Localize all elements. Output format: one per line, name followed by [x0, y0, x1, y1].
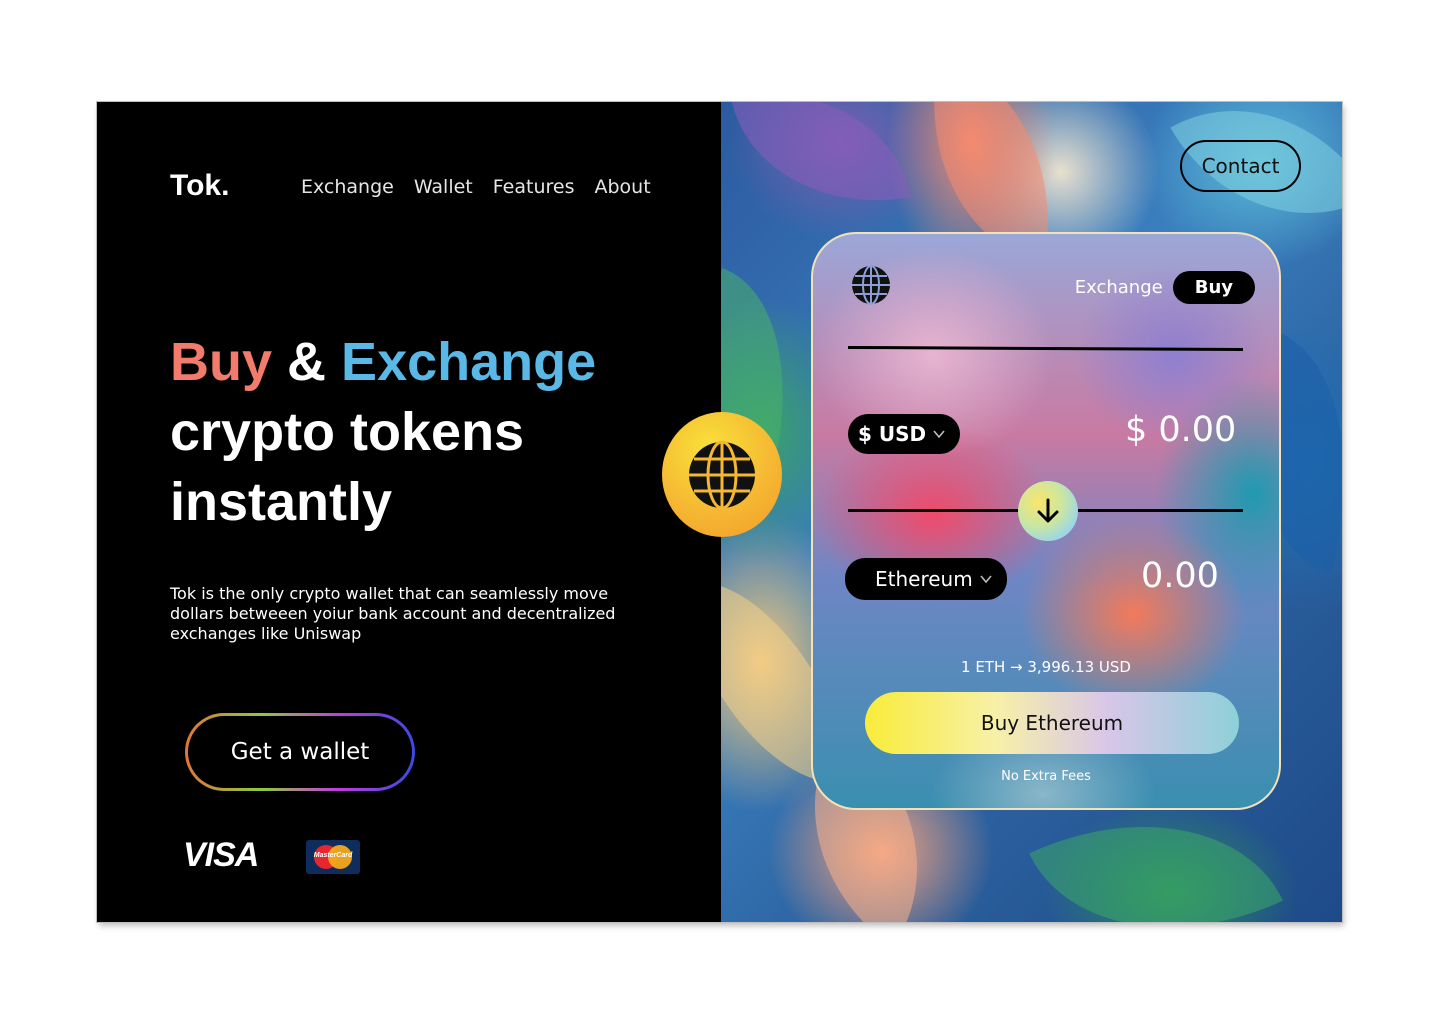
mastercard-label: MasterCard [313, 852, 353, 859]
exchange-rate: 1 ETH → 3,996.13 USD [961, 658, 1131, 676]
chevron-down-icon [933, 430, 945, 439]
hero-headline: Buy & Exchange crypto tokens instantly [170, 327, 596, 537]
logo[interactable]: Tok. [170, 169, 229, 203]
from-currency-label: $ USD [858, 422, 927, 446]
globe-icon [689, 440, 755, 509]
hero-description: Tok is the only crypto wallet that can s… [170, 584, 616, 643]
nav-about[interactable]: About [594, 176, 650, 198]
tab-buy[interactable]: Buy [1172, 271, 1255, 304]
left-panel: Tok. Exchange Wallet Features About Buy … [97, 102, 721, 922]
globe-icon [852, 265, 890, 305]
nav-features[interactable]: Features [493, 176, 575, 198]
from-amount[interactable]: $ 0.00 [1125, 410, 1236, 450]
get-wallet-button[interactable]: Get a wallet [185, 713, 415, 791]
tab-exchange[interactable]: Exchange [1075, 277, 1163, 298]
widget-tabs: Exchange Buy [1075, 271, 1255, 304]
hero-word-exchange: Exchange [341, 332, 597, 392]
to-amount[interactable]: 0.00 [1141, 556, 1219, 596]
to-currency-label: Ethereum [875, 567, 973, 591]
nav-wallet[interactable]: Wallet [414, 176, 473, 198]
nav-exchange[interactable]: Exchange [301, 176, 394, 198]
buy-ethereum-button[interactable]: Buy Ethereum [865, 692, 1239, 754]
globe-badge [662, 412, 782, 537]
chevron-down-icon [980, 575, 992, 584]
from-currency-select[interactable]: $ USD [848, 414, 960, 454]
swap-button[interactable] [1018, 481, 1078, 541]
page-frame: Tok. Exchange Wallet Features About Buy … [97, 102, 1342, 922]
hero-line-2: crypto tokens [170, 402, 525, 462]
contact-button[interactable]: Contact [1180, 140, 1301, 192]
to-currency-select[interactable]: Ethereum [845, 558, 1007, 600]
arrow-down-icon [1037, 498, 1059, 523]
exchange-widget: Exchange Buy $ USD $ 0.00 Ethereum 0.00 … [811, 232, 1281, 810]
hero-line-1: Buy & Exchange [170, 327, 596, 397]
get-wallet-label: Get a wallet [188, 716, 412, 788]
hero-ampersand: & [287, 332, 327, 392]
mastercard-logo: MasterCard [306, 840, 360, 874]
fees-note: No Extra Fees [1001, 769, 1091, 784]
hero-word-buy: Buy [170, 332, 273, 392]
divider-top [847, 345, 1244, 352]
hero-line-3: instantly [170, 472, 393, 532]
visa-logo: VISA [183, 836, 259, 874]
main-nav: Exchange Wallet Features About [301, 176, 651, 198]
